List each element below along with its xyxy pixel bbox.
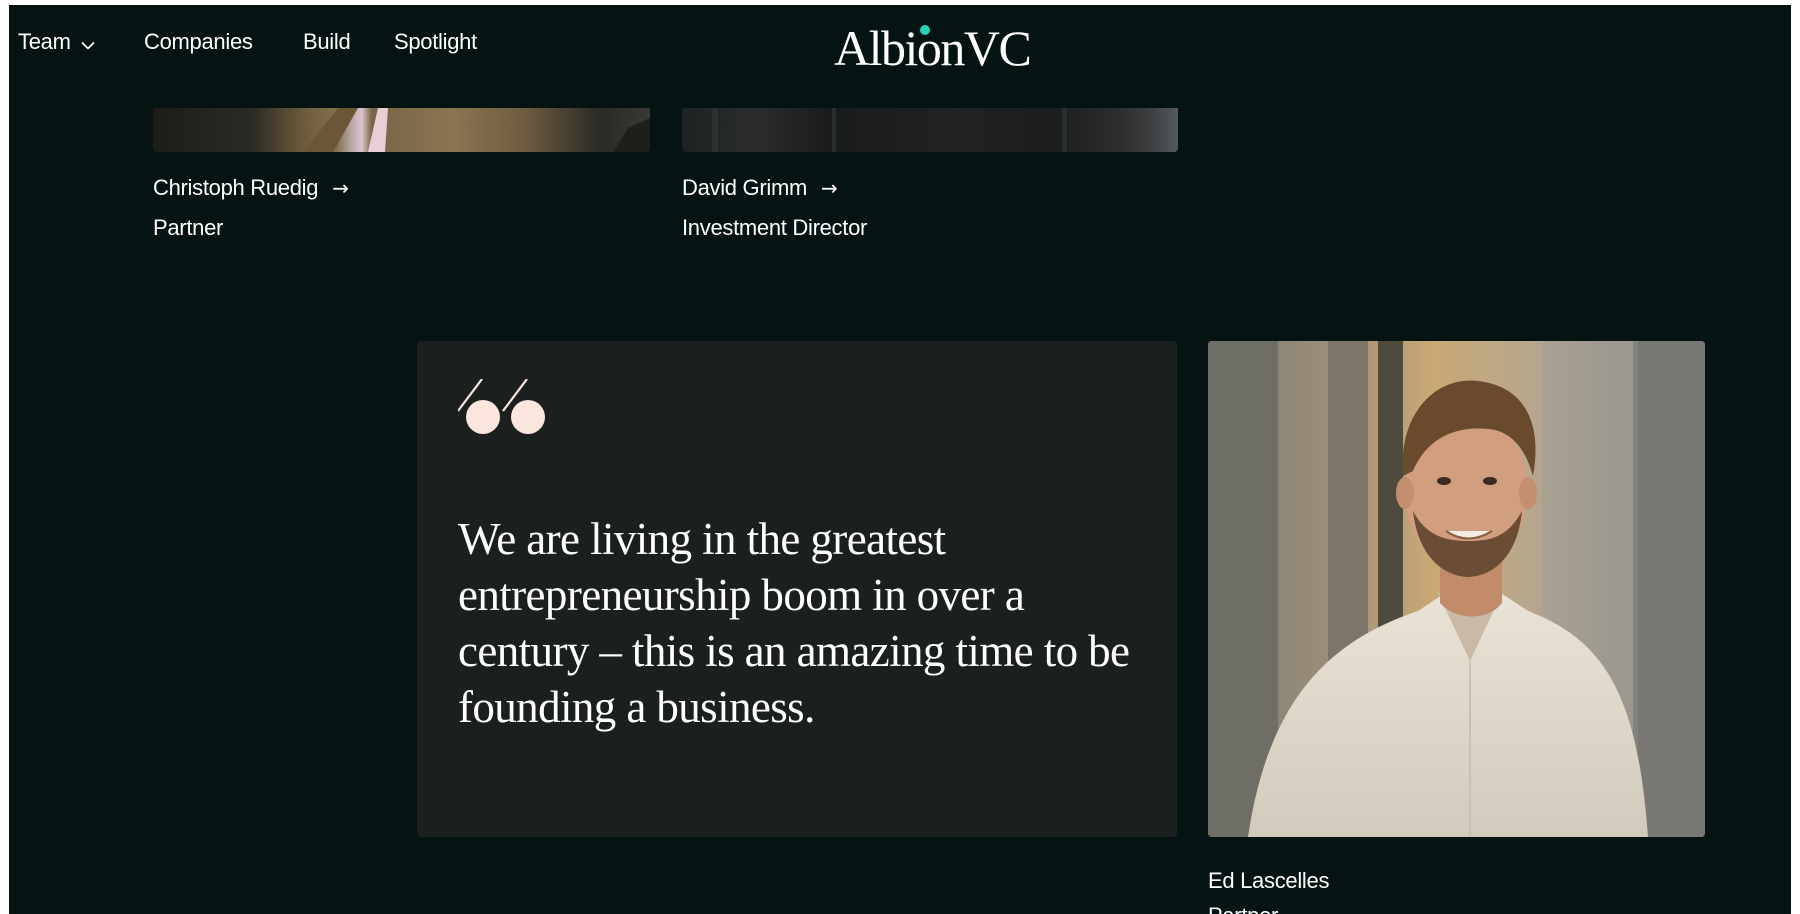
featured-member-role-link[interactable]: Partner →: [1208, 903, 1314, 914]
team-member-link-christoph[interactable]: Christoph Ruedig →: [153, 175, 349, 201]
team-member-name: Christoph Ruedig: [153, 175, 319, 200]
quote-marks-icon: [457, 378, 558, 444]
nav-build-link[interactable]: Build: [303, 29, 351, 55]
arrow-right-icon: →: [821, 176, 838, 200]
quote-card: We are living in the greatest entreprene…: [417, 341, 1177, 837]
logo-text: AlbionVC: [834, 20, 1032, 76]
portrait-ed-lascelles[interactable]: [1208, 341, 1705, 837]
team-member-role: Partner: [153, 215, 224, 240]
nav-spotlight-link[interactable]: Spotlight: [394, 29, 477, 55]
team-member-role: Investment Director: [682, 215, 868, 240]
team-member-name: David Grimm: [682, 175, 808, 200]
logo-dot: [920, 25, 930, 35]
arrow-right-icon: →: [332, 176, 349, 200]
nav-companies-link[interactable]: Companies: [144, 29, 253, 55]
quote-text: We are living in the greatest entreprene…: [458, 514, 1130, 732]
team-photo-christoph[interactable]: [153, 108, 650, 152]
chevron-down-icon: [81, 30, 95, 56]
site-header: Team Companies Build Spotlight AlbionVC: [9, 5, 1800, 103]
arrow-right-icon: →: [1292, 903, 1314, 914]
page: Team Companies Build Spotlight AlbionVC …: [9, 5, 1800, 914]
nav-team-label: Team: [18, 29, 71, 54]
team-photo-david[interactable]: [682, 108, 1178, 152]
nav-team-dropdown[interactable]: Team: [18, 29, 95, 56]
albionvc-logo[interactable]: AlbionVC: [834, 19, 1032, 77]
team-member-link-david[interactable]: David Grimm →: [682, 175, 838, 201]
page-edge: [1791, 0, 1800, 914]
featured-member-role: Partner: [1208, 903, 1278, 914]
featured-member-name[interactable]: Ed Lascelles: [1208, 868, 1329, 894]
